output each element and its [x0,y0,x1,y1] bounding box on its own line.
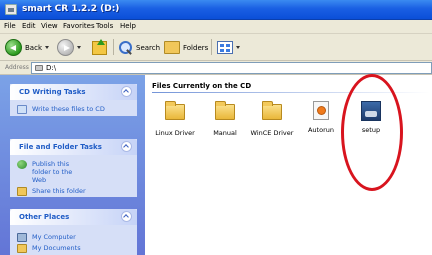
file-item-autorun[interactable]: Autorun [298,101,344,134]
task-write-to-cd[interactable]: Write these files to CD [10,105,137,114]
folders-label: Folders [183,43,209,52]
task-label: Publish this folder to the Web [32,160,73,184]
up-folder-button[interactable] [92,38,107,57]
panel-header[interactable]: Other Places [10,209,137,225]
cd-drive-icon [35,65,43,71]
other-places-panel: Other Places My Computer My Documents [10,209,137,255]
panel-title: Other Places [19,213,70,221]
forward-arrow-icon [57,39,74,56]
task-share-folder[interactable]: Share this folder [10,187,137,196]
back-label: Back [25,43,42,52]
collapse-chevron-icon[interactable] [121,141,132,152]
menu-help[interactable]: Help [120,22,136,30]
toolbar: Back Search Folders [0,34,432,61]
task-label: Share this folder [32,187,86,195]
collapse-chevron-icon[interactable] [121,211,132,222]
window-title: smart CR 1.2.2 (D:) [22,4,120,14]
documents-icon [17,244,27,253]
back-dropdown-icon[interactable] [45,46,49,49]
panel-header[interactable]: File and Folder Tasks [10,139,137,155]
highlight-ellipse [341,74,403,191]
toolbar-separator [113,39,114,55]
task-publish-web[interactable]: Publish this folder to the Web [10,160,80,184]
search-label: Search [136,43,161,52]
task-label: Write these files to CD [32,105,105,113]
cd-writing-tasks-panel: CD Writing Tasks Write these files to CD [10,84,137,116]
panel-title: File and Folder Tasks [19,143,102,151]
views-icon [217,41,233,54]
file-item-wince-driver[interactable]: WinCE Driver [249,101,295,137]
computer-icon [17,233,27,242]
task-pane: CD Writing Tasks Write these files to CD… [0,75,145,255]
title-bar: smart CR 1.2.2 (D:) [0,0,432,20]
place-label: My Documents [32,244,81,252]
menu-favorites[interactable]: Favorites [63,22,95,30]
folder-icon [262,101,282,120]
search-button[interactable]: Search [119,38,160,57]
globe-icon [17,160,27,169]
file-folder-tasks-panel: File and Folder Tasks Publish this folde… [10,139,137,197]
file-item-linux-driver[interactable]: Linux Driver [152,101,198,137]
views-dropdown-icon[interactable] [236,46,240,49]
file-label: Autorun [307,126,334,134]
folders-icon [164,41,180,54]
autorun-icon [313,101,329,120]
up-folder-icon [92,38,107,55]
address-bar: Address D:\ [0,61,432,75]
file-label: Linux Driver [155,129,195,137]
cd-write-icon [17,105,27,114]
place-my-documents[interactable]: My Documents [10,244,137,253]
back-arrow-icon [5,39,22,56]
drive-icon [5,4,17,15]
panel-title: CD Writing Tasks [19,88,86,96]
address-label: Address [5,64,29,71]
forward-dropdown-icon[interactable] [77,46,81,49]
address-field[interactable]: D:\ [31,62,432,74]
menu-view[interactable]: View [41,22,58,30]
back-button[interactable]: Back [5,38,49,57]
folder-icon [165,101,185,120]
group-title: Files Currently on the CD [152,82,252,90]
panel-header[interactable]: CD Writing Tasks [10,84,137,100]
toolbar-separator [211,39,212,55]
file-label: WinCE Driver [250,129,294,137]
file-label: Manual [213,129,237,137]
menu-file[interactable]: File [4,22,16,30]
menu-edit[interactable]: Edit [22,22,36,30]
place-label: My Computer [32,233,76,241]
menu-tools[interactable]: Tools [96,22,113,30]
menu-bar: File Edit View Favorites Tools Help [0,20,432,34]
folder-icon [215,101,235,120]
collapse-chevron-icon[interactable] [121,86,132,97]
share-folder-icon [17,187,27,196]
search-icon [119,40,133,55]
file-item-manual[interactable]: Manual [202,101,248,137]
views-button[interactable] [217,38,240,57]
place-my-computer[interactable]: My Computer [10,233,137,242]
address-path: D:\ [46,64,57,72]
forward-button[interactable] [57,38,81,57]
folders-button[interactable]: Folders [164,38,208,57]
